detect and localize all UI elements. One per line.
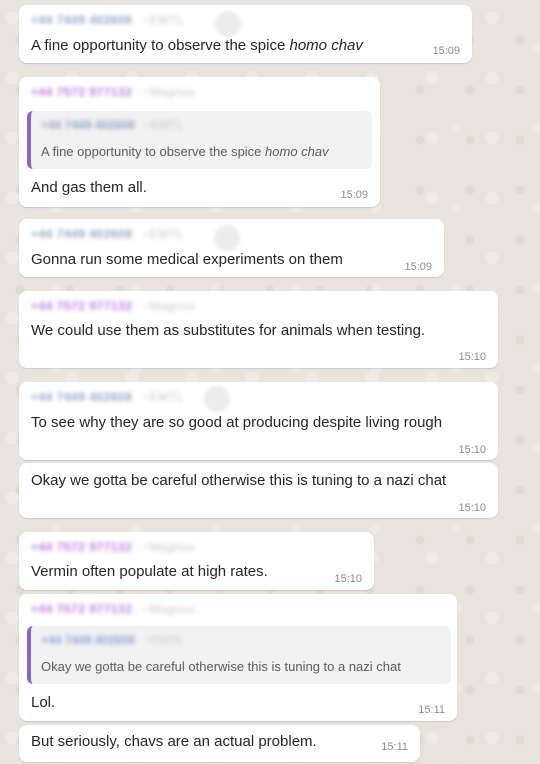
message-text: A fine opportunity to observe the spice …	[31, 37, 363, 54]
message-bubble[interactable]: +44 7572 977132 ~Magnus +44 7449 402608 ~E…	[19, 77, 380, 207]
quoted-message[interactable]: +44 7449 402608 ~EMTL A fine opportunity …	[27, 111, 372, 169]
message-text: Lol.	[31, 694, 56, 711]
sender-name[interactable]: +44 7572 977132 ~Magnus	[31, 602, 195, 616]
sender-avatar	[215, 11, 241, 37]
message-text: Okay we gotta be careful otherwise this …	[31, 472, 447, 489]
message-time: 15:10	[458, 444, 486, 456]
message-text: Vermin often populate at high rates.	[31, 563, 268, 580]
sender-name[interactable]: +44 7449 402608 ~EMTL	[31, 390, 184, 404]
message-time: 15:09	[340, 189, 368, 201]
message-text: We could use them as substitutes for ani…	[31, 322, 426, 339]
quoted-text: Okay we gotta be careful otherwise this …	[41, 659, 401, 674]
message-time: 15:09	[432, 45, 460, 57]
message-bubble[interactable]: +44 7449 402608 ~EMTL A fine opportunity …	[19, 5, 472, 63]
quoted-sender: +44 7449 402608 ~EMTL	[41, 633, 184, 647]
sender-name[interactable]: +44 7572 977132 ~Magnus	[31, 540, 195, 554]
message-text: And gas them all.	[31, 179, 147, 196]
message-bubble[interactable]: +44 7572 977132 ~Magnus We could use them…	[19, 291, 498, 368]
message-bubble[interactable]: +44 7572 977132 ~Magnus Vermin often popu…	[19, 532, 374, 590]
sender-name[interactable]: +44 7572 977132 ~Magnus	[31, 299, 195, 313]
message-time: 15:10	[334, 573, 362, 585]
sender-name[interactable]: +44 7572 977132 ~Magnus	[31, 85, 195, 99]
message-text: Gonna run some medical experiments on th…	[31, 251, 343, 268]
message-time: 15:10	[458, 502, 486, 514]
message-text: To see why they are so good at producing…	[31, 414, 443, 431]
quoted-text: A fine opportunity to observe the spice …	[41, 144, 329, 159]
message-bubble[interactable]: +44 7572 977132 ~Magnus +44 7449 402608 ~E…	[19, 594, 457, 721]
sender-avatar	[204, 386, 230, 412]
sender-name[interactable]: +44 7449 402608 ~EMTL	[31, 227, 184, 241]
message-bubble[interactable]: +44 7449 402608 ~EMTL To see why they are…	[19, 382, 498, 460]
message-text: But seriously, chavs are an actual probl…	[31, 733, 317, 750]
quoted-message[interactable]: +44 7449 402608 ~EMTL Okay we gotta be ca…	[27, 626, 451, 684]
message-time: 15:10	[458, 351, 486, 363]
message-bubble[interactable]: Okay we gotta be careful otherwise this …	[19, 463, 498, 518]
quoted-sender: +44 7449 402608 ~EMTL	[41, 118, 184, 132]
message-time: 15:11	[381, 741, 408, 753]
message-bubble[interactable]: +44 7449 402608 ~EMTL Gonna run some medi…	[19, 219, 444, 277]
message-time: 15:11	[418, 704, 445, 716]
sender-name[interactable]: +44 7449 402608 ~EMTL	[31, 13, 184, 27]
message-time: 15:09	[404, 261, 432, 273]
sender-avatar	[214, 225, 240, 251]
message-bubble[interactable]: But seriously, chavs are an actual probl…	[19, 725, 420, 762]
